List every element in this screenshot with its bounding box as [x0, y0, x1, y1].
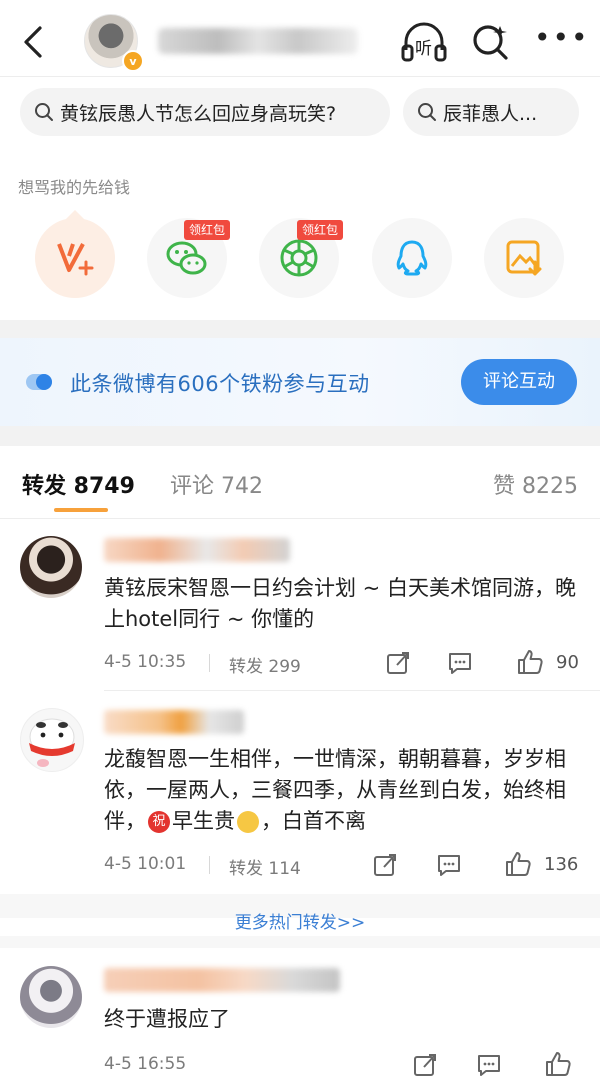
blessing-emoji-icon: 祝	[148, 811, 170, 833]
like-icon[interactable]	[516, 648, 543, 674]
repost-count[interactable]: 转发 114	[229, 854, 301, 879]
listen-button[interactable]: 听	[400, 20, 448, 64]
avatar[interactable]	[20, 966, 82, 1028]
like-icon[interactable]	[504, 850, 531, 876]
vplus-icon	[57, 243, 94, 276]
seal-avatar-icon	[29, 718, 75, 767]
moments-icon	[280, 239, 318, 277]
share-caption: 想骂我的先给钱	[18, 178, 131, 197]
meta-separator	[209, 654, 210, 672]
section-gap	[0, 426, 600, 446]
banner-text: 此条微博有606个铁粉参与互动	[70, 372, 370, 396]
tabs-divider	[0, 518, 600, 519]
like-icon[interactable]	[544, 1050, 571, 1076]
tab-comments[interactable]: 评论 742	[170, 468, 263, 500]
comment-icon[interactable]	[447, 650, 473, 676]
tab-reposts[interactable]: 转发 8749	[22, 468, 135, 500]
back-chevron-icon[interactable]	[18, 24, 48, 60]
baby-emoji-icon	[237, 811, 259, 833]
username-blurred[interactable]	[104, 710, 244, 734]
post-divider	[104, 690, 600, 691]
username-blurred[interactable]	[104, 538, 290, 562]
verified-badge-icon: v	[122, 50, 144, 72]
tab-likes[interactable]: 赞 8225	[493, 468, 578, 500]
share-vplus-button[interactable]	[35, 218, 115, 298]
avatar[interactable]	[20, 536, 82, 598]
more-options-button[interactable]: •••	[534, 24, 588, 56]
search-icon	[473, 25, 508, 60]
repost-icon[interactable]	[385, 650, 411, 676]
like-count: 90	[556, 652, 579, 673]
avatar[interactable]	[20, 708, 84, 772]
search-button[interactable]	[470, 20, 510, 64]
red-packet-tag: 领红包	[297, 220, 344, 240]
chip-label: 黄铉辰愚人节怎么回应身高玩笑?	[60, 102, 337, 125]
repost-count[interactable]: 转发 299	[229, 652, 301, 677]
repost-icon[interactable]	[372, 852, 398, 878]
repost-icon[interactable]	[412, 1052, 438, 1078]
comment-icon[interactable]	[436, 852, 462, 878]
search-suggestion-chip[interactable]: 黄铉辰愚人节怎么回应身高玩笑?	[20, 88, 390, 136]
more-hot-reposts-link[interactable]: 更多热门转发>>	[0, 908, 600, 933]
listen-label: 听	[415, 39, 432, 59]
toggle-icon	[26, 372, 56, 392]
like-count: 136	[544, 854, 579, 875]
comment-interact-button[interactable]: 评论互动	[461, 359, 577, 405]
post-text: 龙馥智恩一生相伴，一世情深，朝朝暮暮，岁岁相依，一屋两人，三餐四季，从青丝到白发…	[104, 744, 584, 837]
red-packet-tag: 领红包	[184, 220, 231, 240]
search-icon	[35, 103, 53, 121]
post-time: 4-5 16:55	[104, 1054, 187, 1074]
header-divider	[0, 76, 600, 77]
post-time: 4-5 10:35	[104, 652, 187, 672]
meta-separator	[209, 856, 210, 874]
section-gap	[0, 936, 600, 948]
post-text: 黄铉辰宋智恩一日约会计划 ~ 白天美术馆同游，晚上hotel同行 ~ 你懂的	[104, 576, 576, 631]
author-name-blurred	[158, 28, 358, 54]
username-blurred[interactable]	[104, 968, 340, 992]
post-time: 4-5 10:01	[104, 854, 187, 874]
active-tab-indicator	[54, 508, 108, 512]
share-qq-button[interactable]	[372, 218, 452, 298]
search-icon	[418, 103, 436, 121]
wechat-icon	[166, 241, 207, 275]
comment-icon[interactable]	[476, 1052, 502, 1078]
post-text-part: ，白首不离	[261, 809, 366, 833]
chip-label: 辰菲愚人...	[443, 102, 538, 125]
save-image-icon	[506, 240, 542, 276]
post-text-part: 早生贵	[172, 809, 235, 833]
share-save-image-button[interactable]	[484, 218, 564, 298]
post-text: 终于遭报应了	[104, 1007, 230, 1031]
section-gap	[0, 320, 600, 338]
qq-icon	[396, 240, 428, 276]
search-suggestion-chip[interactable]: 辰菲愚人...	[403, 88, 579, 136]
